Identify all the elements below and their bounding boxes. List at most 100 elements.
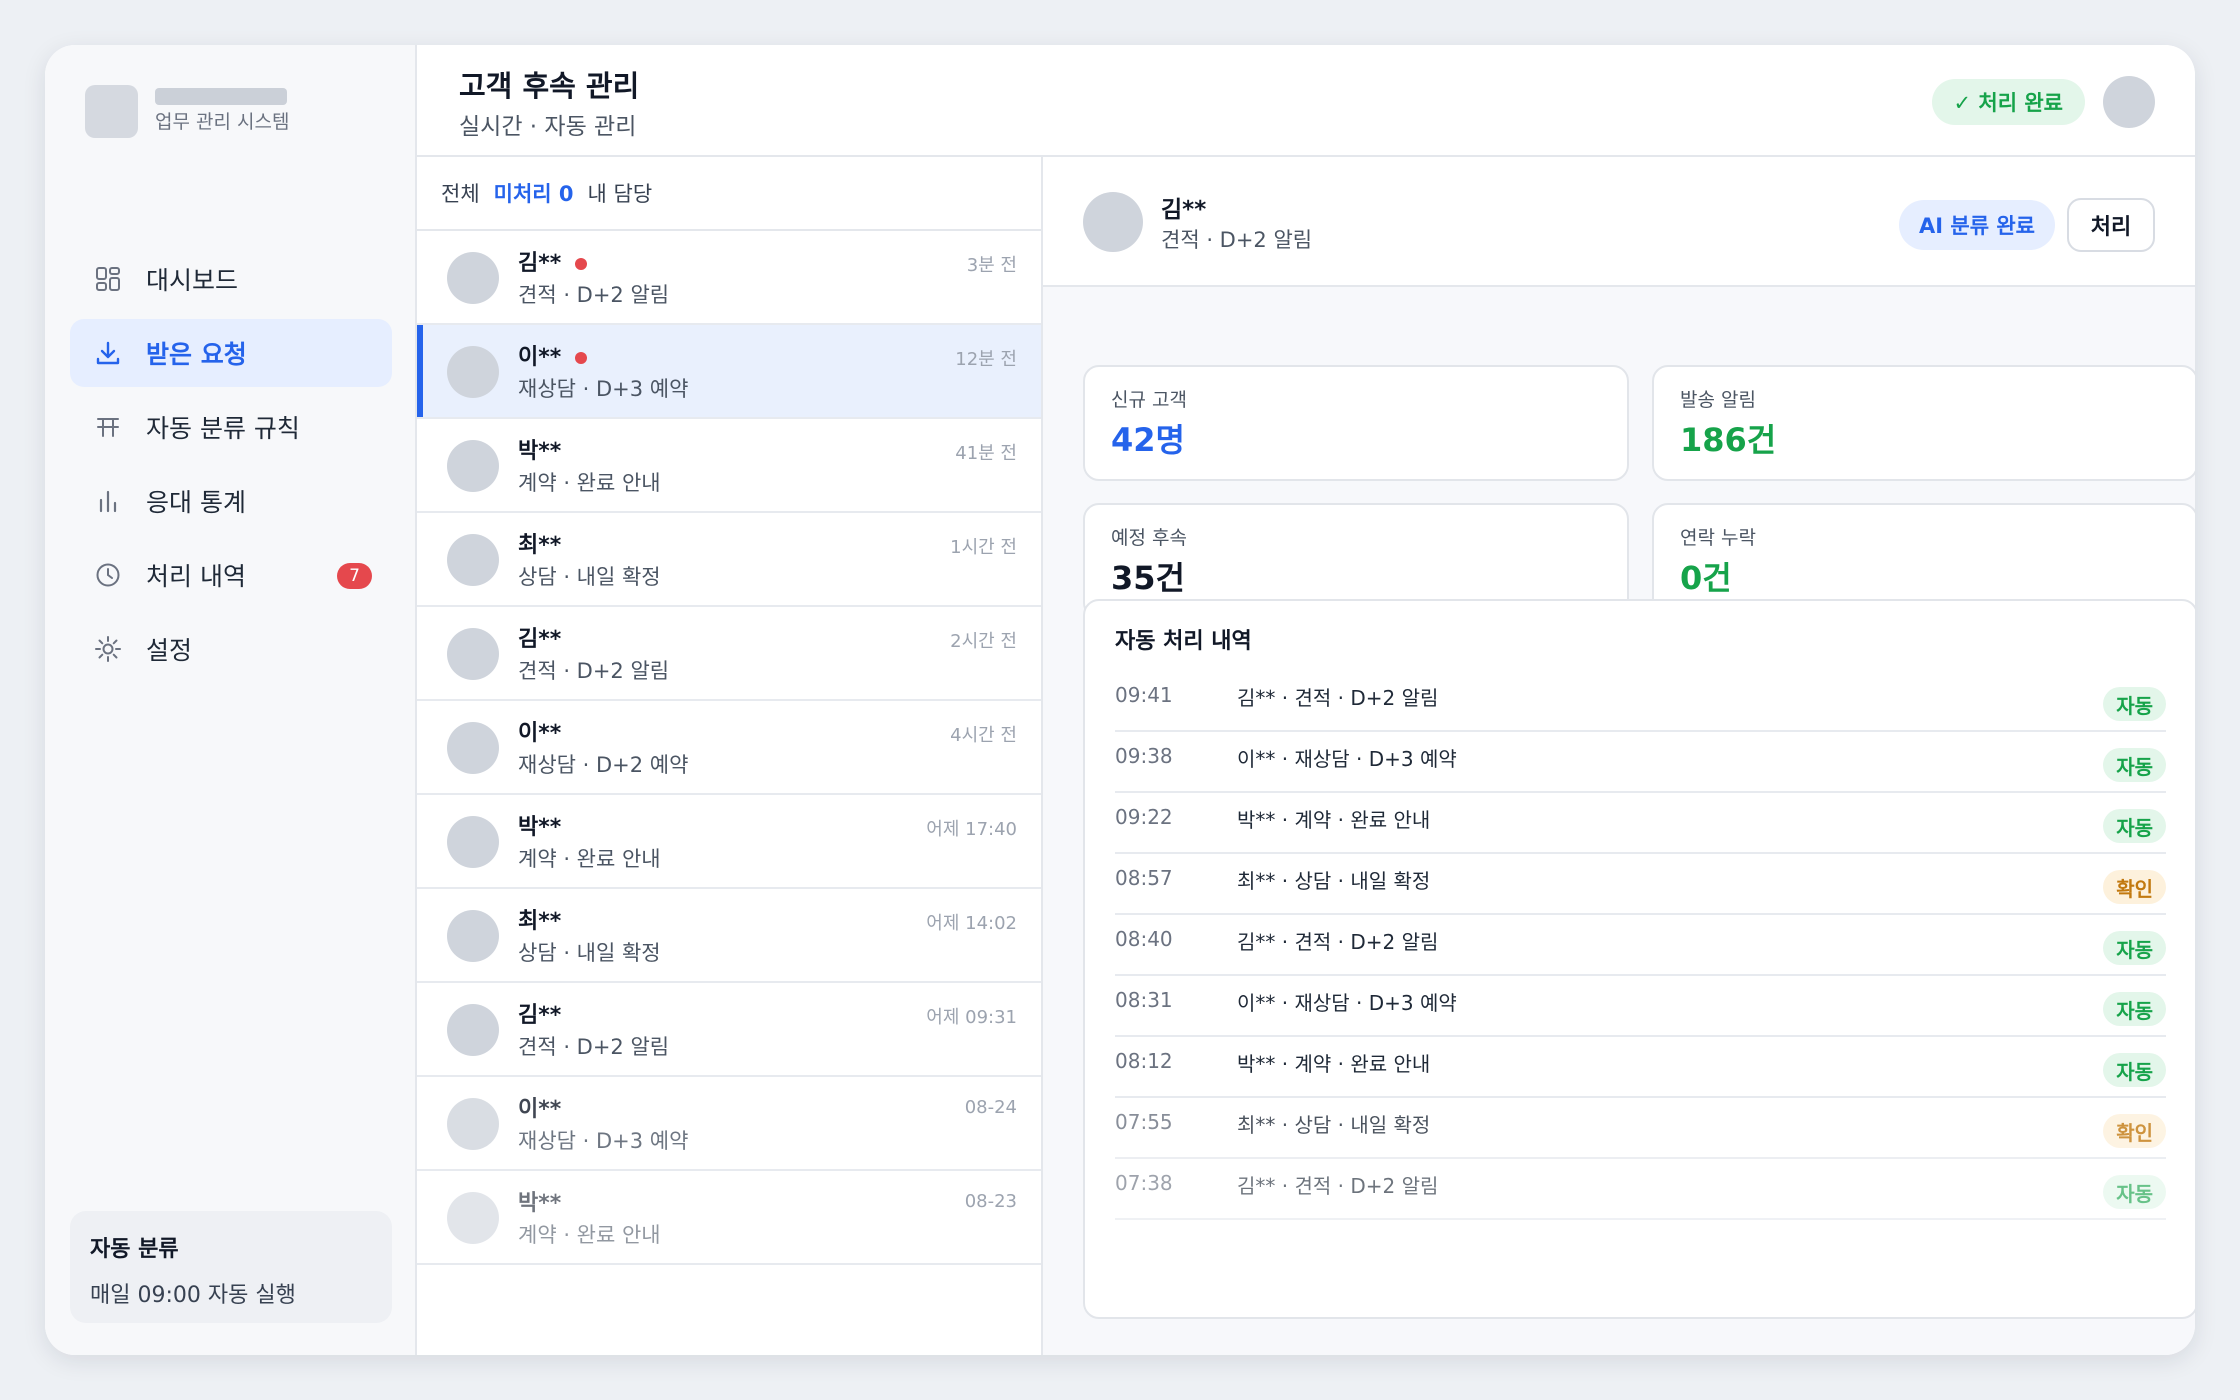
- auto-classify-card: 자동 분류 매일 09:00 자동 실행: [70, 1211, 392, 1323]
- timestamp: 2시간 전: [950, 631, 1017, 652]
- stat-label: 연락 누락: [1680, 527, 1756, 549]
- tab-mine[interactable]: 내 담당: [588, 178, 653, 208]
- sidebar-item-label: 대시보드: [146, 266, 239, 295]
- customer-name-text: 이**: [518, 345, 562, 370]
- log-time: 07:38: [1115, 1171, 1173, 1195]
- log-row: 08:40 김** · 견적 · D+2 알림 자동: [1115, 915, 2166, 976]
- avatar: [447, 1192, 499, 1244]
- request-summary: 상담 · 내일 확정: [518, 941, 661, 965]
- request-summary: 견적 · D+2 알림: [518, 1035, 670, 1059]
- log-row: 08:31 이** · 재상담 · D+3 예약 자동: [1115, 976, 2166, 1037]
- tab-unprocessed[interactable]: 미처리 0: [494, 178, 574, 208]
- auto-classify-schedule: 매일 09:00 자동 실행: [90, 1283, 296, 1308]
- log-row: 09:22 박** · 계약 · 완료 안내 자동: [1115, 793, 2166, 854]
- unread-dot: [575, 258, 588, 270]
- request-summary: 상담 · 내일 확정: [518, 565, 661, 589]
- stat-card-sent-alerts: 발송 알림 186건: [1652, 365, 2195, 481]
- avatar: [447, 628, 499, 680]
- customer-name: 이**: [518, 715, 561, 747]
- user-avatar[interactable]: [2103, 76, 2155, 128]
- detail-header: 김** 견적 · D+2 알림 AI 분류 완료 처리: [1043, 157, 2195, 287]
- status-badge: 자동: [2103, 992, 2166, 1026]
- status-badge: 자동: [2103, 809, 2166, 843]
- avatar: [447, 1098, 499, 1150]
- timestamp: 12분 전: [955, 349, 1017, 370]
- sidebar-item-stats[interactable]: 응대 통계: [70, 467, 392, 535]
- app-window: 업무 관리 시스템 대시보드 받은 요청 자동 분류 규칙 응대 통계 처리 내…: [45, 45, 2195, 1355]
- customer-name-text: 김**: [518, 251, 562, 276]
- status-badge: 자동: [2103, 1053, 2166, 1087]
- timestamp: 4시간 전: [950, 725, 1017, 746]
- customer-name-text: 이**: [518, 1097, 562, 1122]
- top-header: 고객 후속 관리 실시간 · 자동 관리 ✓ 처리 완료: [417, 45, 2195, 157]
- log-time: 08:31: [1115, 988, 1173, 1012]
- status-badge: 확인: [2103, 870, 2166, 904]
- sidebar-item-history[interactable]: 처리 내역 7: [70, 541, 392, 609]
- customer-name-text: 김**: [518, 627, 562, 652]
- avatar: [447, 346, 499, 398]
- sidebar-item-rules[interactable]: 자동 분류 규칙: [70, 393, 392, 461]
- customer-name-text: 박**: [518, 439, 562, 464]
- list-item[interactable]: 이** 재상담 · D+3 예약 08-24: [417, 1077, 1041, 1171]
- log-description: 김** · 견적 · D+2 알림: [1237, 686, 1439, 710]
- log-rows: 09:41 김** · 견적 · D+2 알림 자동 09:38 이** · 재상담 ·…: [1115, 671, 2166, 1220]
- customer-name-text: 이**: [518, 721, 562, 746]
- log-row: 07:38 김** · 견적 · D+2 알림 자동: [1115, 1159, 2166, 1220]
- sidebar: 업무 관리 시스템 대시보드 받은 요청 자동 분류 규칙 응대 통계 처리 내…: [45, 45, 417, 1355]
- request-summary: 재상담 · D+3 예약: [518, 1129, 689, 1153]
- status-badge: ✓ 처리 완료: [1931, 79, 2085, 125]
- list-rows: 김** 견적 · D+2 알림 3분 전 이** 재상담 · D+3 예약 12분 전 박*…: [417, 231, 1041, 1265]
- list-item[interactable]: 김** 견적 · D+2 알림 어제 09:31: [417, 983, 1041, 1077]
- status-badge: 확인: [2103, 1114, 2166, 1148]
- customer-name: 박**: [518, 809, 561, 841]
- customer-name: 이**: [518, 1091, 561, 1123]
- request-summary: 계약 · 완료 안내: [518, 847, 661, 871]
- sidebar-item-requests[interactable]: 받은 요청: [70, 319, 392, 387]
- timestamp: 08-23: [964, 1191, 1017, 1212]
- list-item[interactable]: 박** 계약 · 완료 안내 41분 전: [417, 419, 1041, 513]
- timestamp: 1시간 전: [950, 537, 1017, 558]
- timestamp: 어제 14:02: [926, 913, 1017, 934]
- process-button[interactable]: 처리: [2067, 198, 2155, 252]
- avatar: [447, 252, 499, 304]
- list-item[interactable]: 최** 상담 · 내일 확정 어제 14:02: [417, 889, 1041, 983]
- stat-label: 발송 알림: [1680, 389, 1756, 411]
- detail-panel: 김** 견적 · D+2 알림 AI 분류 완료 처리 신규 고객 42명 발송…: [1043, 157, 2195, 1355]
- log-time: 07:55: [1115, 1110, 1173, 1134]
- timestamp: 어제 17:40: [926, 819, 1017, 840]
- sidebar-item-label: 설정: [146, 636, 193, 665]
- avatar: [447, 440, 499, 492]
- brand-name-placeholder: [155, 88, 287, 105]
- sidebar-item-dashboard[interactable]: 대시보드: [70, 245, 392, 313]
- sidebar-nav: 대시보드 받은 요청 자동 분류 규칙 응대 통계 처리 내역 7 설정: [70, 245, 392, 689]
- status-badge: 자동: [2103, 931, 2166, 965]
- request-summary: 견적 · D+2 알림: [518, 659, 670, 683]
- log-time: 09:38: [1115, 744, 1173, 768]
- request-summary: 재상담 · D+2 예약: [518, 753, 689, 777]
- tab-all[interactable]: 전체: [441, 178, 480, 208]
- list-item[interactable]: 최** 상담 · 내일 확정 1시간 전: [417, 513, 1041, 607]
- list-item[interactable]: 김** 견적 · D+2 알림 3분 전: [417, 231, 1041, 325]
- list-item[interactable]: 박** 계약 · 완료 안내 어제 17:40: [417, 795, 1041, 889]
- avatar: [447, 816, 499, 868]
- request-list: 전체 미처리 0 내 담당 김** 견적 · D+2 알림 3분 전 이** 재상담 ·…: [417, 157, 1043, 1355]
- dashboard-icon: [94, 265, 122, 293]
- list-item[interactable]: 박** 계약 · 완료 안내 08-23: [417, 1171, 1041, 1265]
- log-row: 08:57 최** · 상담 · 내일 확정 확인: [1115, 854, 2166, 915]
- list-item[interactable]: 이** 재상담 · D+2 예약 4시간 전: [417, 701, 1041, 795]
- log-description: 이** · 재상담 · D+3 예약: [1237, 991, 1457, 1015]
- log-description: 김** · 견적 · D+2 알림: [1237, 1174, 1439, 1198]
- download-icon: [94, 339, 122, 367]
- filter-tabs: 전체 미처리 0 내 담당: [417, 157, 1041, 231]
- unread-dot: [575, 352, 588, 364]
- list-item[interactable]: 김** 견적 · D+2 알림 2시간 전: [417, 607, 1041, 701]
- customer-name: 김**: [1161, 197, 1207, 223]
- sidebar-item-label: 받은 요청: [146, 340, 247, 369]
- customer-name: 김**: [518, 997, 561, 1029]
- list-item[interactable]: 이** 재상담 · D+3 예약 12분 전: [417, 325, 1041, 419]
- sidebar-item-settings[interactable]: 설정: [70, 615, 392, 683]
- customer-name-text: 최**: [518, 533, 562, 558]
- customer-name: 김**: [518, 621, 561, 653]
- timestamp: 41분 전: [955, 443, 1017, 464]
- status-badge: 자동: [2103, 687, 2166, 721]
